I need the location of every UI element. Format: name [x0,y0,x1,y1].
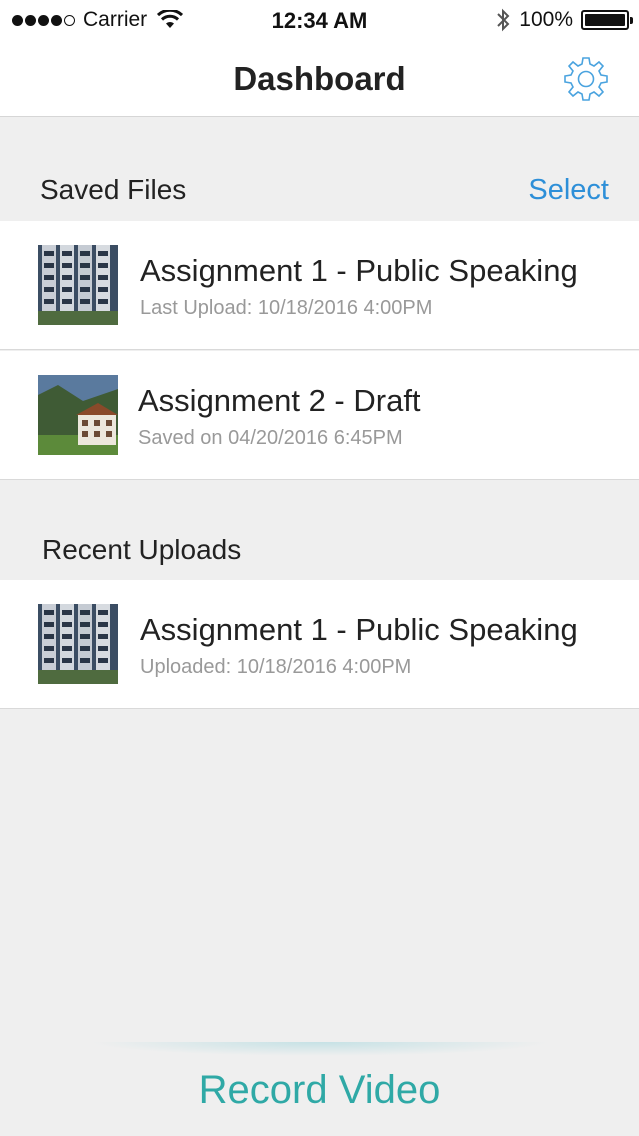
saved-files-header: Saved Files Select [0,160,639,220]
nav-bar: Dashboard [0,40,639,117]
page-title: Dashboard [233,60,406,97]
building-thumbnail [38,604,118,684]
file-subtitle: Uploaded: 10/18/2016 4:00PM [140,656,412,678]
record-divider [90,1042,550,1056]
record-video-button[interactable]: Record Video [0,1068,639,1113]
battery-percent: 100% [519,8,573,31]
select-button[interactable]: Select [528,174,609,207]
status-bar: Carrier 12:34 AM 100% [0,0,639,40]
status-right: 100% [495,8,633,32]
recent-uploads-header: Recent Uploads [0,520,639,580]
building-thumbnail [38,245,118,325]
record-area: Record Video [0,1040,639,1136]
recent-upload-row-1[interactable]: Assignment 1 - Public Speaking Uploaded:… [0,580,639,709]
saved-files-title: Saved Files [40,174,187,205]
file-subtitle: Saved on 04/20/2016 6:45PM [138,427,403,449]
saved-file-row-1[interactable]: Assignment 1 - Public Speaking Last Uplo… [0,221,639,350]
house-thumbnail [38,375,118,455]
file-title: Assignment 2 - Draft [138,383,421,418]
file-subtitle: Last Upload: 10/18/2016 4:00PM [140,297,433,319]
file-title: Assignment 1 - Public Speaking [140,253,578,288]
saved-file-row-2[interactable]: Assignment 2 - Draft Saved on 04/20/2016… [0,351,639,480]
bluetooth-icon [497,8,510,32]
file-title: Assignment 1 - Public Speaking [140,612,578,647]
recent-uploads-title: Recent Uploads [42,534,242,565]
battery-icon [581,10,633,30]
gear-icon[interactable] [561,54,611,104]
